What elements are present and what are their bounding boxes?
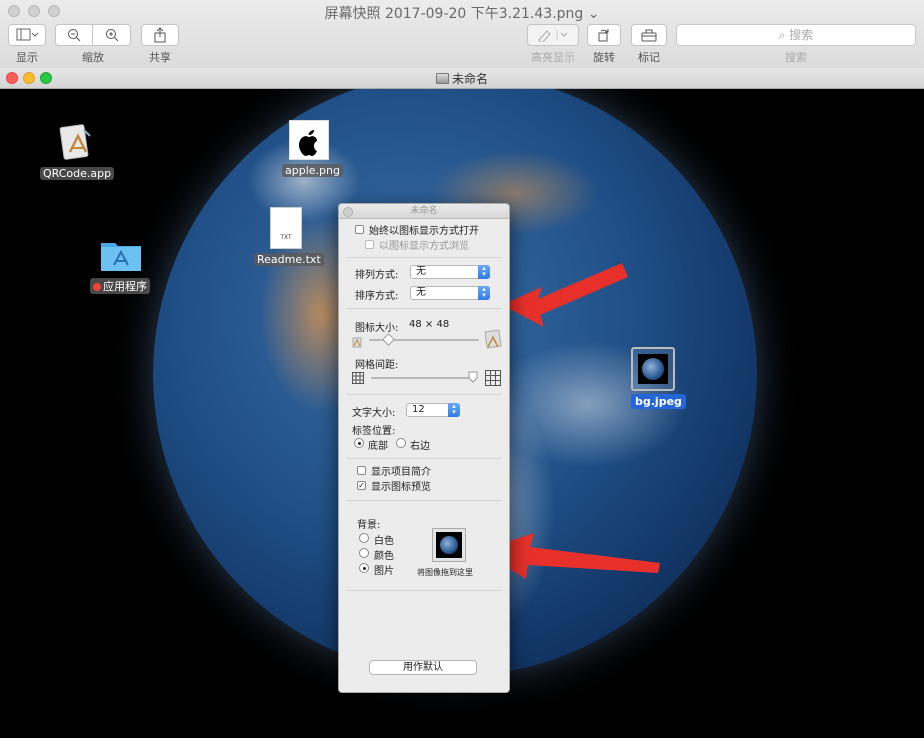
- apple-png-label[interactable]: apple.png: [282, 164, 343, 177]
- separator: [347, 308, 501, 309]
- separator: [347, 500, 501, 501]
- txt-badge: TXT: [280, 234, 292, 241]
- always-icon-view-label: 始终以图标显示方式打开: [369, 226, 479, 237]
- earth-thumbnail: [440, 536, 458, 554]
- small-icon-glyph: [351, 334, 363, 348]
- apple-logo-icon: [299, 130, 317, 156]
- zoom-label: 缩放: [82, 51, 104, 64]
- zoom-in-button[interactable]: [93, 24, 131, 46]
- text-size-popup[interactable]: 12 ▴ ▾: [406, 403, 460, 417]
- bg-color-radio[interactable]: [359, 548, 369, 558]
- text-size-label: 文字大小:: [352, 408, 396, 419]
- highlighter-icon: [538, 30, 568, 42]
- display-label: 显示: [16, 51, 38, 64]
- icon-size-value: 48 × 48: [409, 319, 450, 330]
- inner-window-title: 未命名: [0, 70, 924, 87]
- apple-png-icon[interactable]: [289, 120, 329, 160]
- arrange-label: 排列方式:: [355, 270, 399, 281]
- sidebar-icon: [16, 28, 38, 41]
- bg-jpeg-label[interactable]: bg.jpeg: [631, 394, 686, 409]
- large-grid-icon: [485, 370, 501, 389]
- desktop-window-titlebar: 未命名: [0, 68, 924, 89]
- separator: [347, 257, 501, 258]
- use-defaults-button[interactable]: 用作默认: [369, 660, 477, 675]
- label-right-text: 右边: [410, 441, 430, 452]
- readme-txt-label[interactable]: Readme.txt: [254, 253, 324, 266]
- disk-icon: [435, 73, 449, 84]
- show-item-info-checkbox[interactable]: [357, 466, 366, 475]
- share-label: 共享: [149, 51, 171, 64]
- preview-toolbar: 屏幕快照 2017-09-20 下午3.21.43.png ⌄ 显示 缩放 共享…: [0, 0, 924, 69]
- popup-chevron-icon: ▴ ▾: [478, 286, 490, 300]
- separator: [347, 590, 501, 591]
- red-arrow-upper: [502, 263, 628, 327]
- applications-label[interactable]: 应用程序: [90, 278, 150, 294]
- readme-txt-icon[interactable]: TXT: [270, 207, 302, 249]
- search-icon: ⌕: [778, 28, 786, 42]
- bg-white-text: 白色: [374, 536, 394, 547]
- zoom-in-icon: [105, 29, 118, 42]
- bg-picture-text: 图片: [374, 566, 394, 577]
- share-icon: [154, 27, 166, 43]
- background-label: 背景:: [357, 520, 381, 531]
- arrange-popup[interactable]: 无 ▴ ▾: [410, 265, 490, 279]
- grid-spacing-slider[interactable]: [371, 377, 475, 379]
- grid-spacing-slider-knob[interactable]: [468, 371, 478, 383]
- show-icon-preview-label: 显示图标预览: [371, 482, 431, 493]
- large-icon-glyph: [483, 328, 503, 350]
- bg-white-radio[interactable]: [359, 533, 369, 543]
- qrcode-app-label[interactable]: QRCode.app: [40, 167, 115, 180]
- sort-label: 排序方式:: [355, 291, 399, 302]
- markup-button[interactable]: [631, 24, 667, 46]
- show-item-info-label: 显示项目简介: [371, 467, 431, 478]
- toolbox-icon: [641, 29, 657, 42]
- rotate-icon: [598, 29, 609, 42]
- popup-chevron-icon: ▴ ▾: [448, 403, 460, 417]
- share-button[interactable]: [141, 24, 179, 46]
- bg-jpeg-icon[interactable]: [631, 347, 675, 391]
- panel-close-button[interactable]: [343, 207, 353, 217]
- bg-picture-radio[interactable]: [359, 563, 369, 573]
- applications-folder-icon[interactable]: [100, 237, 142, 273]
- panel-title: 未命名: [339, 204, 509, 219]
- label-bottom-text: 底部: [368, 441, 388, 452]
- qrcode-app-icon[interactable]: [56, 122, 96, 164]
- label-position-label: 标签位置:: [352, 426, 396, 437]
- search-placeholder: 搜索: [789, 28, 814, 42]
- show-icon-preview-checkbox[interactable]: ✓: [357, 481, 366, 490]
- always-icon-view-checkbox[interactable]: [355, 225, 364, 234]
- sidebar-display-button[interactable]: [8, 24, 46, 46]
- separator: [347, 394, 501, 395]
- grid-spacing-label: 网格间距:: [355, 360, 399, 371]
- rotate-button[interactable]: [587, 24, 621, 46]
- browse-icon-view-label: 以图标显示方式浏览: [379, 241, 469, 252]
- view-options-panel: 未命名 始终以图标显示方式打开 以图标显示方式浏览 排列方式: 无 ▴ ▾ 排序方式…: [338, 203, 510, 693]
- drop-hint-label: 将图像拖到这里: [417, 568, 473, 577]
- icon-size-slider-knob[interactable]: [382, 333, 395, 346]
- zoom-out-icon: [68, 29, 81, 42]
- popup-chevron-icon: ▴ ▾: [478, 265, 490, 279]
- image-drop-well[interactable]: [432, 528, 466, 562]
- markup-label: 标记: [638, 51, 660, 64]
- search-label: 搜索: [785, 51, 807, 64]
- search-input[interactable]: ⌕ 搜索: [676, 24, 916, 46]
- rotate-label: 旋转: [593, 51, 615, 64]
- preview-window-title[interactable]: 屏幕快照 2017-09-20 下午3.21.43.png ⌄: [0, 3, 924, 23]
- bg-color-text: 颜色: [374, 551, 394, 562]
- label-bottom-radio[interactable]: [354, 438, 364, 448]
- red-tag-dot: [93, 283, 101, 291]
- zoom-out-button[interactable]: [55, 24, 93, 46]
- browse-icon-view-checkbox[interactable]: [365, 240, 374, 249]
- earth-thumbnail: [642, 358, 664, 380]
- highlight-button[interactable]: [527, 24, 579, 46]
- label-right-radio[interactable]: [396, 438, 406, 448]
- sort-popup[interactable]: 无 ▴ ▾: [410, 286, 490, 300]
- small-grid-icon: [352, 372, 364, 387]
- icon-size-label: 图标大小:: [355, 323, 399, 334]
- separator: [347, 458, 501, 459]
- highlight-label: 高亮显示: [531, 51, 575, 64]
